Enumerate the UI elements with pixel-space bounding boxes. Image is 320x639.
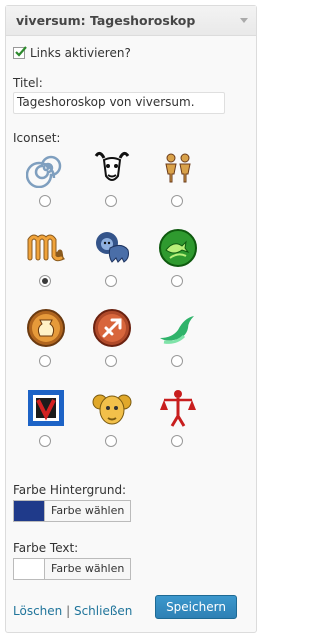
links-checkbox[interactable] <box>13 46 27 59</box>
bg-choose-color-button[interactable]: Farbe wählen <box>45 500 132 522</box>
iconset-radio-8[interactable] <box>105 355 117 367</box>
iconset-grid <box>13 148 233 468</box>
text-color-label: Farbe Text: <box>13 541 79 555</box>
iconset-option-5[interactable] <box>79 228 145 308</box>
ram-head-icon <box>92 394 132 425</box>
widget-header[interactable]: viversum: Tageshoroskop <box>6 6 256 36</box>
collapse-arrow-icon[interactable] <box>240 18 248 23</box>
iconset-radio-12[interactable] <box>171 435 183 447</box>
spiral-icon <box>26 155 62 188</box>
iconset-radio-11[interactable] <box>105 435 117 447</box>
save-button[interactable]: Speichern <box>155 595 237 619</box>
iconset-radio-6[interactable] <box>171 275 183 287</box>
twins-icon <box>165 153 191 183</box>
scorpio-glyph-icon <box>27 234 65 262</box>
text-color-picker[interactable]: Farbe wählen <box>13 558 132 580</box>
iconset-option-3[interactable] <box>145 148 211 228</box>
iconset-radio-2[interactable] <box>105 195 117 207</box>
framed-v-icon <box>28 390 64 426</box>
title-label: Titel: <box>13 76 43 90</box>
iconset-radio-3[interactable] <box>171 195 183 207</box>
libra-figure-icon <box>160 390 196 427</box>
close-link[interactable]: Schließen <box>74 604 132 618</box>
widget-title: viversum: Tageshoroskop <box>16 13 196 28</box>
text-color-swatch[interactable] <box>13 558 45 580</box>
text-choose-color-button[interactable]: Farbe wählen <box>45 558 132 580</box>
iconset-radio-7[interactable] <box>39 355 51 367</box>
iconset-option-4[interactable] <box>13 228 79 308</box>
sagittarius-arrow-icon <box>93 309 131 347</box>
iconset-option-1[interactable] <box>13 148 79 228</box>
iconset-option-6[interactable] <box>145 228 211 308</box>
iconset-label: Iconset: <box>13 131 61 145</box>
iconset-option-8[interactable] <box>79 308 145 388</box>
iconset-option-2[interactable] <box>79 148 145 228</box>
iconset-radio-9[interactable] <box>171 355 183 367</box>
iconset-option-10[interactable] <box>13 388 79 468</box>
lion-icon <box>96 232 129 263</box>
widget-actions: Löschen | Schließen <box>13 604 132 618</box>
iconset-radio-1[interactable] <box>39 195 51 207</box>
green-swirl-icon <box>160 316 194 344</box>
title-input[interactable]: Tageshoroskop von viversum. <box>13 92 225 114</box>
links-checkbox-label: Links aktivieren? <box>30 46 131 60</box>
bull-head-icon <box>94 151 130 181</box>
checkmark-icon <box>15 46 27 57</box>
link-separator: | <box>66 604 71 618</box>
iconset-radio-10[interactable] <box>39 435 51 447</box>
bg-color-label: Farbe Hintergrund: <box>13 483 127 497</box>
aquarius-vase-icon <box>27 309 65 347</box>
bg-color-swatch[interactable] <box>13 500 45 522</box>
iconset-option-7[interactable] <box>13 308 79 388</box>
iconset-option-12[interactable] <box>145 388 211 468</box>
delete-link[interactable]: Löschen <box>13 604 62 618</box>
iconset-option-11[interactable] <box>79 388 145 468</box>
iconset-radio-4[interactable] <box>39 275 51 287</box>
bg-color-picker[interactable]: Farbe wählen <box>13 500 132 522</box>
iconset-radio-5[interactable] <box>105 275 117 287</box>
pisces-fish-icon <box>159 229 197 267</box>
iconset-option-9[interactable] <box>145 308 211 388</box>
